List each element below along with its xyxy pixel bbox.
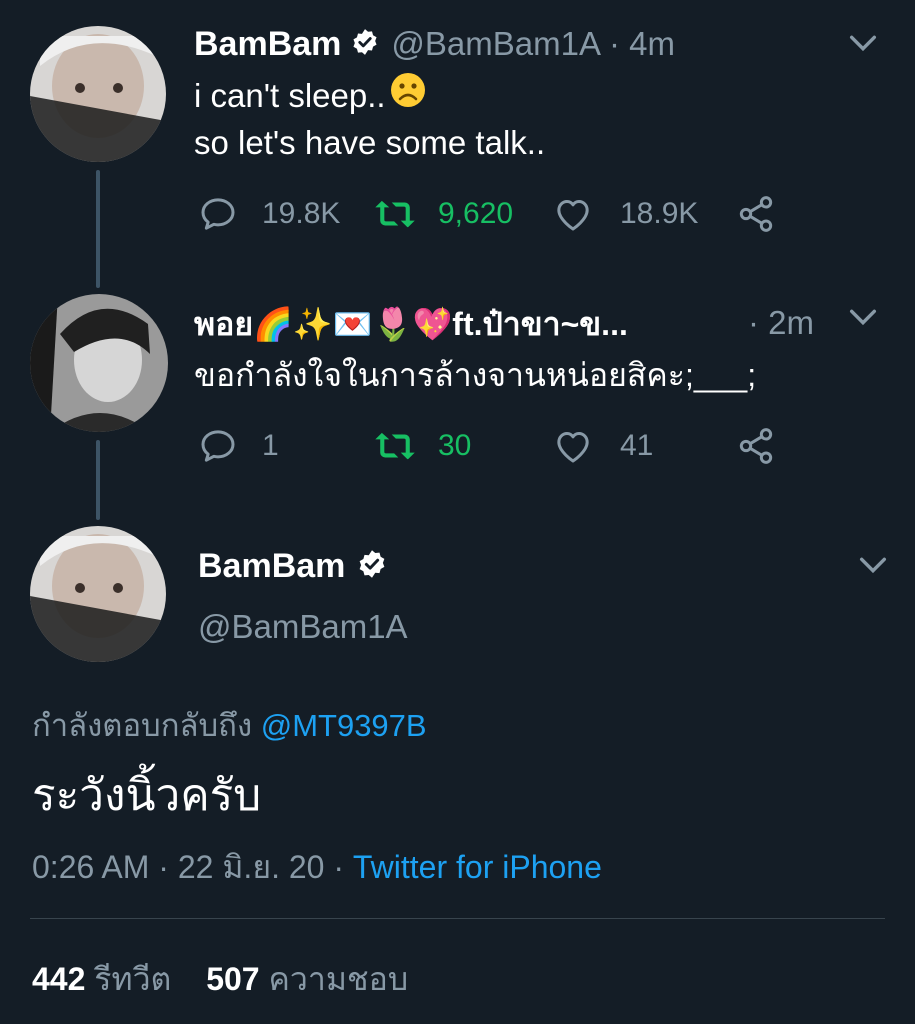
tweet1-line1: i can't sleep.. — [194, 77, 386, 114]
main-handle[interactable]: @BamBam1A — [198, 608, 408, 646]
avatar-bambam[interactable] — [30, 26, 166, 162]
chevron-down-icon[interactable] — [856, 548, 890, 582]
tweet1-text: i can't sleep.. so let's have some talk.… — [194, 72, 545, 166]
tweet2-display-name[interactable]: พอย🌈✨💌🌷💖ft.ป๋าขา~ข... — [194, 302, 628, 346]
like-count: 18.9K — [620, 197, 699, 230]
avatar-image — [30, 526, 166, 662]
retweet-icon — [375, 432, 415, 460]
tweet1-header: BamBam @BamBam1A · 4m — [194, 22, 675, 66]
main-timestamp[interactable]: 0:26 AM · 22 มิ.ย. 20 · — [32, 849, 344, 885]
retweet-button[interactable]: 9,620 — [372, 194, 513, 234]
tweet2-time[interactable]: · 2m — [748, 304, 814, 342]
reply-button[interactable]: 19.8K — [198, 194, 340, 234]
retweet-stat[interactable]: 442 รีทวีต — [32, 961, 180, 997]
like-button[interactable]: 18.9K — [552, 194, 698, 234]
tweet1-time[interactable]: · 4m — [609, 25, 675, 63]
like-total-label: ความชอบ — [268, 961, 409, 997]
main-header: BamBam — [198, 544, 387, 588]
tweet2-text: ขอกำลังใจในการล้างจานหน่อยสิคะ;___; — [194, 357, 757, 393]
retweet-count: 9,620 — [438, 197, 514, 230]
chevron-down-icon[interactable] — [846, 300, 880, 334]
tweet1-handle[interactable]: @BamBam1A — [391, 25, 601, 63]
retweet-count: 30 — [438, 429, 472, 462]
chevron-down-icon[interactable] — [846, 26, 880, 60]
main-display-name[interactable]: BamBam — [198, 547, 345, 586]
reply-icon — [201, 198, 235, 230]
main-source[interactable]: Twitter for iPhone — [353, 849, 602, 885]
replying-to: กำลังตอบกลับถึง @MT9397B — [32, 700, 427, 750]
like-stat[interactable]: 507 ความชอบ — [206, 961, 408, 997]
replying-to-mention[interactable]: @MT9397B — [261, 708, 427, 743]
reply-count: 1 — [262, 429, 279, 462]
like-button[interactable]: 41 — [552, 426, 653, 466]
avatar-bambam[interactable] — [30, 526, 166, 662]
tweet1-display-name[interactable]: BamBam — [194, 25, 341, 64]
divider — [30, 918, 885, 919]
thread-line — [96, 440, 100, 520]
reply-count: 19.8K — [262, 197, 341, 230]
tweet2-header: พอย🌈✨💌🌷💖ft.ป๋าขา~ข... — [194, 302, 754, 346]
verified-badge-icon — [357, 549, 387, 584]
like-total: 507 — [206, 961, 260, 997]
like-icon — [557, 200, 589, 231]
main-tweet-text: ระวังนิ้วครับ — [32, 771, 262, 820]
avatar-image — [30, 26, 166, 162]
retweet-total: 442 — [32, 961, 86, 997]
like-icon — [557, 432, 589, 463]
replying-label: กำลังตอบกลับถึง — [32, 708, 253, 743]
tweet1-line2: so let's have some talk.. — [194, 124, 546, 161]
avatar-image — [30, 294, 168, 432]
share-icon — [739, 196, 773, 232]
main-meta: 0:26 AM · 22 มิ.ย. 20 · Twitter for iPho… — [32, 842, 602, 893]
share-icon — [739, 428, 773, 464]
share-button[interactable] — [736, 194, 776, 234]
engagement-stats: 442 รีทวีต 507 ความชอบ — [32, 954, 408, 1005]
retweet-icon — [375, 200, 415, 228]
share-button[interactable] — [736, 426, 776, 466]
retweet-total-label: รีทวีต — [94, 961, 172, 997]
retweet-button[interactable]: 30 — [372, 426, 471, 466]
avatar-poy[interactable] — [30, 294, 168, 432]
verified-badge-icon — [351, 28, 379, 61]
reply-button[interactable]: 1 — [198, 426, 279, 466]
frown-emoji — [390, 72, 426, 120]
reply-icon — [201, 430, 235, 462]
like-count: 41 — [620, 429, 654, 462]
thread-line — [96, 170, 100, 288]
